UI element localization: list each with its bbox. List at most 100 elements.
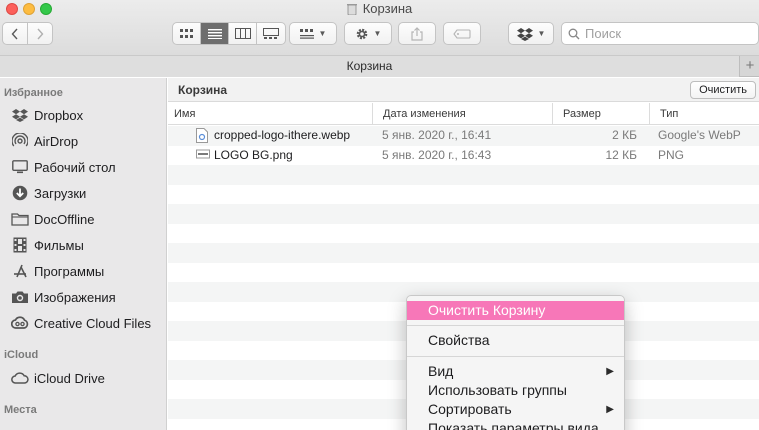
downloads-icon	[10, 185, 30, 201]
add-tab-button[interactable]: +	[741, 56, 759, 77]
column-divider[interactable]	[552, 103, 553, 125]
empty-row	[168, 185, 759, 205]
column-name-header[interactable]: Имя	[174, 108, 195, 120]
sidebar-item-dropbox[interactable]: Dropbox	[10, 104, 83, 126]
dropbox-toolbar-button[interactable]: ▼	[508, 22, 554, 45]
list-view-button[interactable]	[201, 23, 229, 44]
sidebar-item-label: Загрузки	[34, 185, 87, 201]
menu-item-show-view-options[interactable]: Показать параметры вида	[407, 419, 624, 430]
window-title-text: Корзина	[362, 1, 413, 16]
sidebar-item-applications[interactable]: Программы	[10, 260, 104, 282]
column-divider[interactable]	[372, 103, 373, 125]
menu-item-empty-trash[interactable]: Очистить Корзину	[407, 301, 624, 320]
file-name: LOGO BG.png	[214, 147, 293, 162]
column-type-header[interactable]: Тип	[660, 108, 678, 120]
gallery-icon	[263, 28, 279, 39]
sidebar-item-movies[interactable]: Фильмы	[10, 234, 84, 256]
columns-icon	[234, 28, 251, 39]
tab-bar: Корзина +	[0, 56, 759, 77]
dropbox-icon	[516, 27, 533, 41]
path-bar: Корзина Очистить	[168, 78, 759, 102]
menu-item-get-info[interactable]: Свойства	[407, 331, 624, 350]
group-button[interactable]: ▼	[289, 22, 337, 45]
cloud-icon	[10, 370, 30, 386]
icon-view-button[interactable]	[173, 23, 201, 44]
search-input[interactable]	[585, 26, 745, 41]
gear-icon	[356, 28, 367, 39]
folder-icon	[10, 211, 30, 227]
share-button[interactable]	[398, 22, 436, 45]
sidebar-item-label: iCloud Drive	[34, 370, 105, 386]
table-row[interactable]: LOGO BG.png 5 янв. 2020 г., 16:43 12 КБ …	[168, 146, 759, 166]
back-button[interactable]	[2, 22, 28, 45]
file-name: cropped-logo-ithere.webp	[214, 128, 351, 142]
column-view-button[interactable]	[229, 23, 257, 44]
webp-file-icon	[196, 128, 208, 146]
airdrop-icon	[10, 133, 30, 149]
camera-icon	[10, 289, 30, 305]
file-date: 5 янв. 2020 г., 16:41	[382, 128, 492, 142]
column-date-header[interactable]: Дата изменения	[383, 108, 466, 120]
window-title: Корзина	[0, 1, 759, 18]
submenu-arrow-icon: ▶	[606, 404, 614, 415]
chevron-down-icon: ▼	[318, 29, 327, 38]
sidebar-item-label: AirDrop	[34, 133, 79, 149]
action-button[interactable]: ▼	[344, 22, 392, 45]
empty-trash-button[interactable]: Очистить	[690, 81, 756, 99]
column-size-header[interactable]: Размер	[563, 108, 601, 120]
column-header: Имя Дата изменения Размер Тип	[168, 103, 759, 125]
folder-title: Корзина	[178, 83, 228, 97]
sidebar-item-label: DocOffline	[34, 211, 95, 227]
sidebar-item-label: Изображения	[34, 289, 116, 305]
list-icon	[207, 28, 222, 39]
tag-button[interactable]	[443, 22, 481, 45]
tab-trash[interactable]: Корзина	[0, 56, 740, 77]
chevron-down-icon: ▼	[537, 29, 546, 38]
sidebar-item-label: Фильмы	[34, 237, 84, 253]
share-icon	[411, 26, 423, 41]
context-menu: Очистить Корзину Свойства Вид ▶ Использо…	[406, 295, 625, 430]
chevron-right-icon	[37, 28, 44, 39]
movies-icon	[10, 237, 30, 253]
empty-row	[168, 243, 759, 263]
sidebar-item-docoffline[interactable]: DocOffline	[10, 208, 94, 230]
sidebar-item-pictures[interactable]: Изображения	[10, 286, 116, 308]
trash-icon	[346, 3, 357, 18]
applications-icon	[10, 263, 30, 279]
sidebar-item-label: Dropbox	[34, 107, 84, 123]
menu-item-label: Сортировать	[428, 401, 512, 417]
file-size: 12 КБ	[605, 147, 637, 162]
menu-item-use-groups[interactable]: Использовать группы	[407, 381, 624, 400]
sidebar-item-creative-cloud[interactable]: Creative Cloud Files	[10, 312, 151, 334]
desktop-icon	[10, 159, 30, 175]
sidebar-item-downloads[interactable]: Загрузки	[10, 182, 86, 204]
gallery-view-button[interactable]	[257, 23, 285, 44]
table-row[interactable]: cropped-logo-ithere.webp 5 янв. 2020 г.,…	[168, 126, 759, 146]
titlebar: Корзина ▼ ▼ ▼	[0, 0, 759, 56]
chevron-left-icon	[11, 28, 18, 39]
sidebar-item-airdrop[interactable]: AirDrop	[10, 130, 78, 152]
file-type: Google's WebP	[658, 128, 741, 142]
file-date: 5 янв. 2020 г., 16:43	[382, 147, 492, 162]
group-grid-icon	[299, 28, 314, 39]
sidebar-item-desktop[interactable]: Рабочий стол	[10, 156, 116, 178]
menu-item-sort[interactable]: Сортировать ▶	[407, 400, 624, 419]
empty-row	[168, 165, 759, 185]
grid-icon	[179, 28, 193, 38]
search-icon	[568, 28, 580, 39]
chevron-down-icon: ▼	[373, 29, 382, 38]
empty-row	[168, 263, 759, 283]
sidebar: Избранное Dropbox AirDrop Рабочий стол З…	[0, 78, 167, 430]
sidebar-item-label: Creative Cloud Files	[34, 315, 152, 331]
sidebar-item-icloud-drive[interactable]: iCloud Drive	[10, 367, 105, 389]
sidebar-section-places: Места	[4, 404, 37, 416]
empty-row	[168, 204, 759, 224]
forward-button[interactable]	[27, 22, 53, 45]
column-divider[interactable]	[649, 103, 650, 125]
sidebar-section-favorites: Избранное	[4, 87, 63, 99]
menu-item-view[interactable]: Вид ▶	[407, 362, 624, 381]
tag-icon	[453, 28, 471, 39]
search-field[interactable]	[561, 22, 759, 45]
menu-separator	[407, 356, 624, 357]
file-type: PNG	[658, 147, 685, 162]
